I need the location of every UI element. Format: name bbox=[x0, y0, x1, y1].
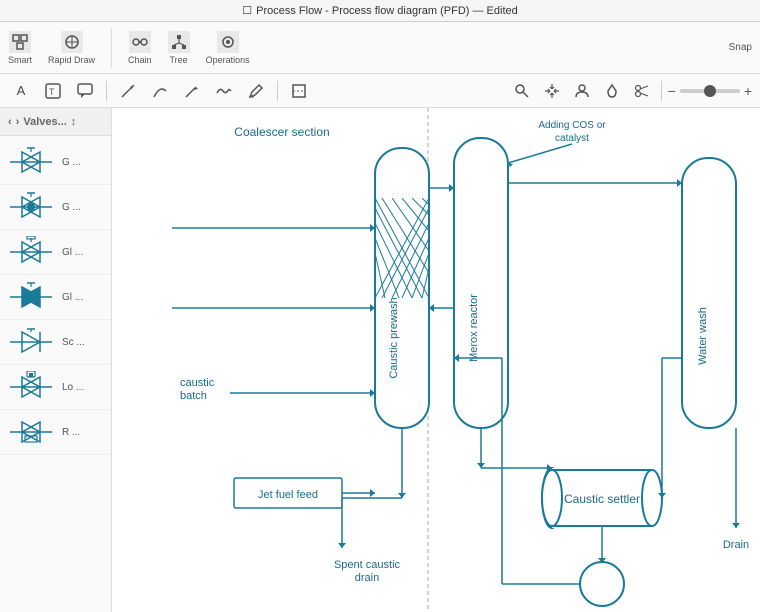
search-tool[interactable] bbox=[509, 78, 535, 104]
checkbox-icon[interactable]: ☐ bbox=[242, 4, 252, 17]
draw-toolbar: A T bbox=[0, 74, 760, 108]
globe-valve-icon bbox=[6, 189, 56, 225]
text-tool[interactable]: A bbox=[8, 78, 34, 104]
sidebar-item-gate-valve[interactable]: G ... bbox=[0, 140, 111, 185]
svg-text:Caustic prewash: Caustic prewash bbox=[388, 297, 400, 378]
chain-tool[interactable]: Chain bbox=[128, 31, 152, 65]
svg-text:batch: batch bbox=[180, 390, 207, 402]
zoom-plus[interactable]: + bbox=[744, 83, 752, 99]
snap-label: Snap bbox=[729, 42, 752, 53]
lock-valve-icon bbox=[6, 369, 56, 405]
zoom-control: − + bbox=[668, 83, 752, 99]
svg-text:Drain: Drain bbox=[723, 539, 749, 551]
smart-tool[interactable]: Smart bbox=[8, 31, 32, 65]
smart-icon[interactable] bbox=[9, 31, 31, 53]
draw-sep-3 bbox=[661, 81, 662, 101]
pan-tool[interactable] bbox=[539, 78, 565, 104]
diagram-svg: Coalescer section bbox=[112, 108, 760, 612]
freehand-tool[interactable] bbox=[211, 78, 237, 104]
tree-icon[interactable] bbox=[168, 31, 190, 53]
sidebar-header: ‹ › Valves... ↕ bbox=[0, 108, 111, 136]
svg-text:Adding COS or: Adding COS or bbox=[538, 120, 606, 131]
nav-expand[interactable]: ↕ bbox=[71, 116, 77, 128]
scissors-tool[interactable] bbox=[629, 78, 655, 104]
arrow-tool[interactable] bbox=[115, 78, 141, 104]
curve-tool[interactable] bbox=[147, 78, 173, 104]
operations-label: Operations bbox=[206, 55, 250, 65]
comment-tool[interactable] bbox=[72, 78, 98, 104]
relief-valve-label: R ... bbox=[62, 427, 105, 438]
sidebar-items: G ... G ... bbox=[0, 136, 111, 459]
sidebar-item-relief-valve[interactable]: R ... bbox=[0, 410, 111, 455]
operations-tool[interactable]: Operations bbox=[206, 31, 250, 65]
tree-label: Tree bbox=[169, 55, 187, 65]
draw-sep-2 bbox=[277, 81, 278, 101]
coalescer-section-label: Coalescer section bbox=[234, 125, 329, 139]
butterfly-valve-icon bbox=[6, 279, 56, 315]
gate-valve-label: G ... bbox=[62, 157, 105, 168]
svg-text:Merox reactor: Merox reactor bbox=[468, 294, 480, 362]
gate-valve-icon bbox=[6, 144, 56, 180]
svg-text:catalyst: catalyst bbox=[555, 133, 589, 144]
zoom-slider[interactable] bbox=[680, 89, 740, 93]
smart-label: Smart bbox=[8, 55, 32, 65]
svg-text:Spent caustic: Spent caustic bbox=[334, 559, 401, 571]
svg-text:Jet fuel feed: Jet fuel feed bbox=[258, 489, 318, 501]
svg-text:drain: drain bbox=[355, 572, 379, 584]
check-valve-label: Sc ... bbox=[62, 337, 105, 348]
chain-icon[interactable] bbox=[129, 31, 151, 53]
sidebar-item-lock-valve[interactable]: Lo ... bbox=[0, 365, 111, 410]
sidebar: ‹ › Valves... ↕ G ... bbox=[0, 108, 112, 612]
toolbar: Smart Rapid Draw Chain Tree bbox=[0, 22, 760, 74]
draw-sep-1 bbox=[106, 81, 107, 101]
nav-forward[interactable]: › bbox=[16, 116, 20, 128]
svg-text:Water wash: Water wash bbox=[697, 307, 709, 365]
rapid-draw-icon[interactable] bbox=[61, 31, 83, 53]
user-tool[interactable] bbox=[569, 78, 595, 104]
check-valve-icon bbox=[6, 324, 56, 360]
chain-label: Chain bbox=[128, 55, 152, 65]
shape-tool[interactable] bbox=[286, 78, 312, 104]
svg-text:caustic: caustic bbox=[180, 377, 215, 389]
canvas[interactable]: Coalescer section bbox=[112, 108, 760, 612]
title-text: Process Flow - Process flow diagram (PFD… bbox=[256, 5, 518, 17]
ink-tool[interactable] bbox=[599, 78, 625, 104]
relief-valve-icon bbox=[6, 414, 56, 450]
checkbox-area[interactable]: ☐ Process Flow - Process flow diagram (P… bbox=[242, 4, 518, 17]
lock-valve-label: Lo ... bbox=[62, 382, 105, 393]
rapid-draw-label: Rapid Draw bbox=[48, 55, 95, 65]
ball-valve-icon bbox=[6, 234, 56, 270]
operations-icon[interactable] bbox=[217, 31, 239, 53]
sidebar-item-ball-valve[interactable]: Gl ... bbox=[0, 230, 111, 275]
right-tools: − + bbox=[509, 78, 752, 104]
tree-tool[interactable]: Tree bbox=[168, 31, 190, 65]
main-area: ‹ › Valves... ↕ G ... bbox=[0, 108, 760, 612]
svg-text:Caustic settler: Caustic settler bbox=[564, 492, 640, 506]
sidebar-item-butterfly-valve[interactable]: Gl ... bbox=[0, 275, 111, 320]
snap-area: Snap bbox=[729, 42, 752, 53]
text-tool-2[interactable]: T bbox=[40, 78, 66, 104]
sidebar-nav: ‹ › Valves... ↕ bbox=[8, 116, 76, 128]
sidebar-item-globe-valve[interactable]: G ... bbox=[0, 185, 111, 230]
pen-tool[interactable] bbox=[179, 78, 205, 104]
nav-valves[interactable]: Valves... bbox=[23, 116, 66, 128]
zoom-thumb bbox=[704, 85, 716, 97]
zoom-minus[interactable]: − bbox=[668, 83, 676, 99]
toolbar-sep-1 bbox=[111, 28, 112, 68]
top-bar: ☐ Process Flow - Process flow diagram (P… bbox=[0, 0, 760, 22]
edit-tool[interactable] bbox=[243, 78, 269, 104]
svg-text:T: T bbox=[49, 87, 55, 97]
butterfly-valve-label: Gl ... bbox=[62, 292, 105, 303]
nav-back[interactable]: ‹ bbox=[8, 116, 12, 128]
sidebar-item-check-valve[interactable]: Sc ... bbox=[0, 320, 111, 365]
rapid-draw-tool[interactable]: Rapid Draw bbox=[48, 31, 95, 65]
ball-valve-label: Gl ... bbox=[62, 247, 105, 258]
globe-valve-label: G ... bbox=[62, 202, 105, 213]
